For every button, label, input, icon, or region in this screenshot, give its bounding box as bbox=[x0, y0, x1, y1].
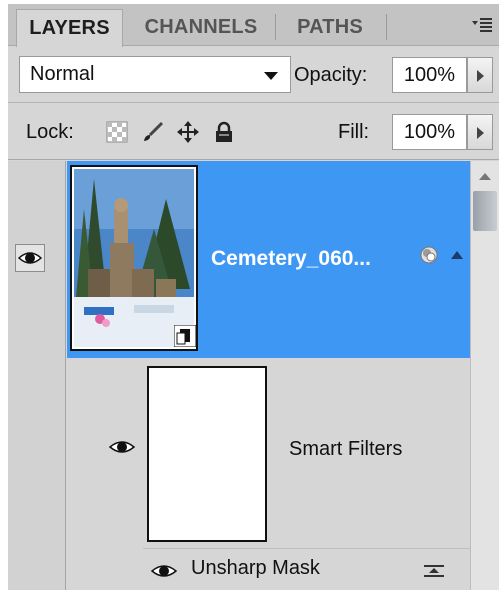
lock-brush-icon[interactable] bbox=[142, 121, 164, 143]
tab-channels[interactable]: CHANNELS bbox=[131, 9, 271, 46]
fill-slider-button[interactable] bbox=[467, 114, 493, 150]
scroll-up-icon[interactable] bbox=[479, 173, 491, 180]
scrollbar-thumb[interactable] bbox=[473, 191, 497, 231]
eye-icon bbox=[18, 252, 42, 264]
chevron-down-icon bbox=[264, 72, 278, 80]
fill-label: Fill: bbox=[338, 121, 370, 143]
lock-label: Lock: bbox=[26, 121, 74, 143]
blend-mode-value: Normal bbox=[30, 63, 95, 85]
tab-paths[interactable]: PATHS bbox=[280, 9, 380, 46]
collapse-effects-icon[interactable] bbox=[450, 249, 464, 261]
lock-move-icon[interactable] bbox=[177, 121, 199, 143]
filter-name: Unsharp Mask bbox=[191, 557, 320, 579]
eye-icon[interactable] bbox=[151, 562, 177, 580]
opacity-field[interactable]: 100% bbox=[392, 57, 467, 93]
layer-thumbnail bbox=[70, 165, 198, 351]
fill-field[interactable]: 100% bbox=[392, 114, 467, 150]
layer-name[interactable]: Cemetery_060... bbox=[211, 247, 371, 271]
lock-transparent-icon[interactable] bbox=[106, 121, 128, 143]
eye-icon[interactable] bbox=[109, 438, 135, 456]
layer-list-scrollbar[interactable] bbox=[470, 161, 499, 590]
lock-row: Lock: Fill: 100% bbox=[8, 104, 499, 160]
opacity-slider-button[interactable] bbox=[467, 57, 493, 93]
photo-thumbnail-image bbox=[74, 169, 194, 347]
smart-filters-mask-thumbnail[interactable] bbox=[147, 366, 267, 542]
filter-row-unsharp-mask[interactable]: Unsharp Mask bbox=[143, 548, 470, 590]
smart-filters-row[interactable]: Smart Filters bbox=[67, 358, 470, 548]
lock-all-icon[interactable] bbox=[213, 121, 235, 143]
opacity-label: Opacity: bbox=[294, 64, 368, 86]
panel-tab-bar: LAYERS CHANNELS PATHS bbox=[8, 4, 499, 47]
layer-list: Cemetery_060... Smart Filters Unsharp Ma… bbox=[8, 161, 499, 590]
panel-menu-icon[interactable] bbox=[471, 16, 493, 34]
layer-visibility-toggle[interactable] bbox=[15, 244, 45, 272]
blend-mode-select[interactable]: Normal bbox=[19, 56, 291, 93]
smart-filters-label: Smart Filters bbox=[289, 438, 403, 460]
filter-blending-options-icon[interactable] bbox=[423, 561, 445, 581]
tab-divider bbox=[275, 14, 276, 40]
visibility-column bbox=[8, 161, 66, 590]
blend-row: Normal Opacity: 100% bbox=[8, 47, 499, 103]
layers-panel: LAYERS CHANNELS PATHS Normal Opacity: 10… bbox=[8, 4, 499, 590]
blending-options-icon[interactable] bbox=[419, 245, 439, 265]
tab-divider bbox=[386, 14, 387, 40]
tab-layers[interactable]: LAYERS bbox=[16, 9, 123, 47]
smart-object-icon bbox=[174, 325, 196, 347]
layer-row-cemetery[interactable]: Cemetery_060... bbox=[67, 161, 470, 358]
